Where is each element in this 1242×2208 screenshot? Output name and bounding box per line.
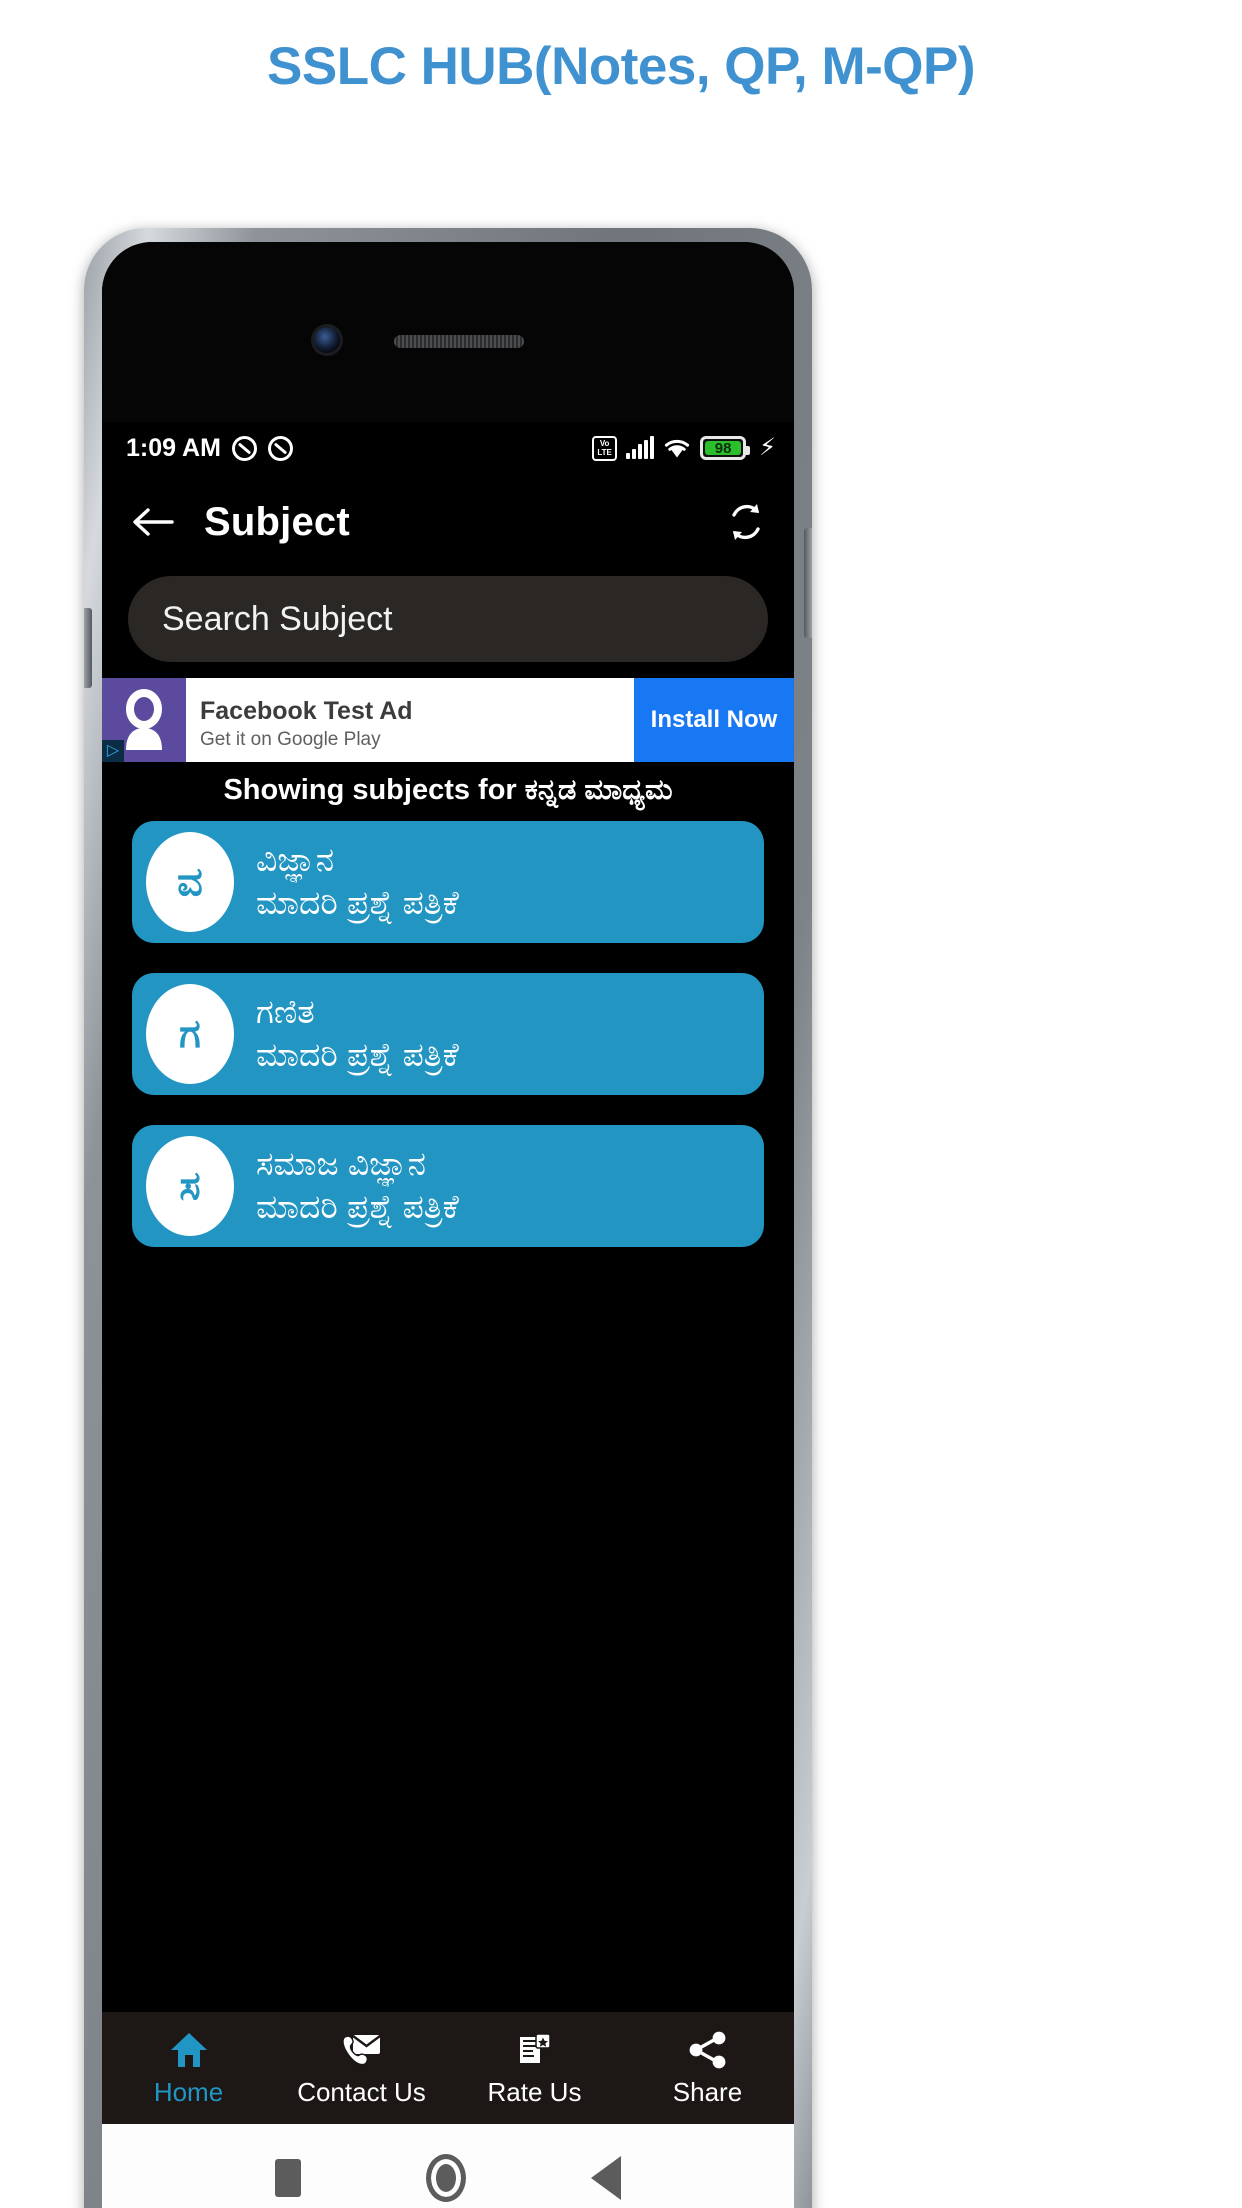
volume-button[interactable] bbox=[84, 608, 92, 688]
page-title: Subject bbox=[204, 499, 350, 544]
back-triangle-icon[interactable] bbox=[591, 2156, 622, 2200]
silent-mode-icon bbox=[267, 435, 293, 461]
nav-label-rate-us: Rate Us bbox=[487, 2076, 582, 2107]
app-bar: Subject bbox=[102, 474, 794, 570]
nav-item-share[interactable]: Share bbox=[621, 2029, 794, 2108]
front-camera-icon bbox=[314, 327, 340, 353]
ad-install-button[interactable]: Install Now bbox=[634, 678, 794, 762]
avatar: ವ bbox=[146, 832, 234, 932]
subject-title: ಸಮಾಜ ವಿಜ್ಞಾನ bbox=[256, 1145, 426, 1183]
battery-icon: 98 bbox=[700, 436, 751, 460]
screenshot-root: SSLC HUB(Notes, QP, M-QP) 1:09 AM Vo LTE… bbox=[0, 0, 1242, 2208]
avatar: ಗ bbox=[146, 984, 234, 1084]
subject-card[interactable]: ಸ ಸಮಾಜ ವಿಜ್ಞಾನ ಮಾದರಿ ಪ್ರಶ್ನೆ ಪತ್ರಿಕೆ bbox=[132, 1125, 764, 1247]
nav-label-home: Home bbox=[153, 2076, 224, 2107]
volte-bottom-label: LTE bbox=[597, 448, 612, 457]
subject-card[interactable]: ಗ ಗಣಿತ ಮಾದರಿ ಪ್ರಶ್ನೆ ಪತ್ರಿಕೆ bbox=[132, 973, 764, 1095]
status-bar: 1:09 AM Vo LTE 98 ⚡ bbox=[102, 422, 794, 474]
rate-us-icon bbox=[516, 2029, 554, 2071]
subject-card[interactable]: ವ ವಿಜ್ಞಾನ ಮಾದರಿ ಪ್ರಶ್ನೆ ಪತ್ರಿಕೆ bbox=[132, 821, 764, 943]
battery-level-label: 98 bbox=[714, 439, 732, 457]
power-button[interactable] bbox=[804, 528, 812, 638]
phone-mockup-frame: 1:09 AM Vo LTE 98 ⚡ Subject Search Subje… bbox=[84, 228, 812, 2208]
subject-subtitle: ಮಾದರಿ ಪ್ರಶ್ನೆ ಪತ್ರಿಕೆ bbox=[256, 884, 459, 921]
ad-banner[interactable]: ▷ Facebook Test Ad Get it on Google Play… bbox=[102, 678, 794, 762]
mail-phone-icon bbox=[341, 2029, 383, 2071]
nav-item-contact-us[interactable]: Contact Us bbox=[275, 2029, 448, 2108]
ad-title: Facebook Test Ad bbox=[200, 697, 413, 726]
search-container: Search Subject bbox=[102, 570, 794, 678]
status-bar-left: 1:09 AM bbox=[126, 434, 293, 463]
nav-label-contact-us: Contact Us bbox=[297, 2076, 426, 2107]
share-icon bbox=[688, 2029, 728, 2071]
ad-app-icon: ▷ bbox=[102, 678, 186, 762]
wifi-icon bbox=[663, 437, 691, 459]
earpiece-speaker bbox=[394, 335, 524, 348]
back-arrow-icon[interactable] bbox=[130, 504, 174, 540]
volte-icon: Vo LTE bbox=[592, 435, 618, 461]
device-screen: 1:09 AM Vo LTE 98 ⚡ Subject Search Subje… bbox=[102, 422, 794, 2208]
search-input[interactable]: Search Subject bbox=[128, 576, 768, 662]
android-system-nav bbox=[102, 2124, 794, 2208]
recents-square-icon[interactable] bbox=[274, 2159, 301, 2197]
adchoices-icon[interactable]: ▷ bbox=[102, 740, 124, 762]
subject-card-text: ಸಮಾಜ ವಿಜ್ಞಾನ ಮಾದರಿ ಪ್ರಶ್ನೆ ಪತ್ರಿಕೆ bbox=[256, 1144, 459, 1228]
search-placeholder: Search Subject bbox=[162, 599, 393, 638]
phone-screen-bezel: 1:09 AM Vo LTE 98 ⚡ Subject Search Subje… bbox=[102, 242, 794, 2208]
subject-title: ಗಣಿತ bbox=[256, 993, 315, 1031]
subject-subtitle: ಮಾದರಿ ಪ್ರಶ್ನೆ ಪತ್ರಿಕೆ bbox=[256, 1036, 459, 1073]
status-time: 1:09 AM bbox=[126, 433, 221, 462]
home-circle-icon[interactable] bbox=[425, 2154, 466, 2202]
promo-title: SSLC HUB(Notes, QP, M-QP) bbox=[267, 37, 975, 96]
ad-subtitle: Get it on Google Play bbox=[200, 728, 381, 750]
subject-card-text: ಗಣಿತ ಮಾದರಿ ಪ್ರಶ್ನೆ ಪತ್ರಿಕೆ bbox=[256, 992, 459, 1076]
adchoices-glyph: ▷ bbox=[106, 742, 120, 759]
volte-top-label: Vo bbox=[599, 439, 610, 448]
home-icon bbox=[169, 2029, 209, 2071]
nav-item-home[interactable]: Home bbox=[102, 2029, 275, 2108]
subject-list: ವ ವಿಜ್ಞಾನ ಮಾದರಿ ಪ್ರಶ್ನೆ ಪತ್ರಿಕೆ ಗ ಗಣಿತ ಮ… bbox=[102, 821, 794, 2012]
charging-bolt-icon: ⚡ bbox=[759, 434, 776, 461]
subject-card-text: ವಿಜ್ಞಾನ ಮಾದರಿ ಪ್ರಶ್ನೆ ಪತ್ರಿಕೆ bbox=[256, 840, 459, 924]
subject-subtitle: ಮಾದರಿ ಪ್ರಶ್ನೆ ಪತ್ರಿಕೆ bbox=[256, 1188, 459, 1225]
avatar: ಸ bbox=[146, 1136, 234, 1236]
nav-item-rate-us[interactable]: Rate Us bbox=[448, 2029, 621, 2108]
phone-top-bezel bbox=[102, 242, 794, 422]
signal-bars-icon bbox=[626, 436, 655, 459]
bottom-navigation-bar: Home Contact Us Rate Us Share bbox=[102, 2012, 794, 2124]
silent-mode-icon bbox=[231, 435, 257, 461]
showing-subjects-label: Showing subjects for ಕನ್ನಡ ಮಾಧ್ಯಮ bbox=[102, 762, 794, 821]
subject-title: ವಿಜ್ಞಾನ bbox=[256, 841, 335, 879]
status-bar-right: Vo LTE 98 ⚡ bbox=[592, 434, 776, 461]
ad-text-block: Facebook Test Ad Get it on Google Play bbox=[186, 678, 634, 762]
refresh-icon[interactable] bbox=[726, 501, 766, 543]
nav-label-share: Share bbox=[672, 2076, 743, 2107]
